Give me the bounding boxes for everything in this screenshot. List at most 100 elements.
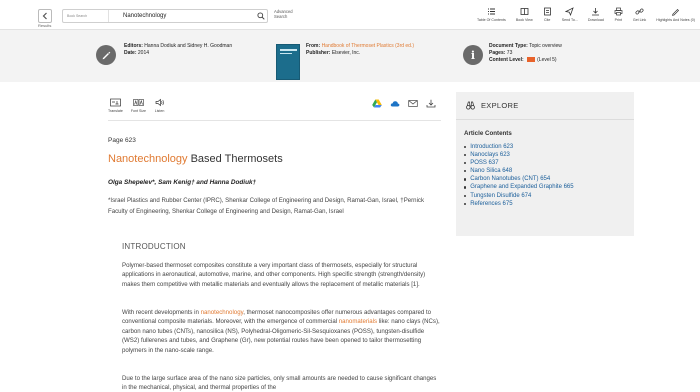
cite-button[interactable]: Cite bbox=[543, 7, 552, 22]
book-cover-image[interactable] bbox=[276, 44, 300, 80]
top-toolbar: Results Book Search Nanotechnology Advan… bbox=[0, 0, 700, 30]
contents-item[interactable]: Introduction 623 bbox=[464, 143, 574, 151]
binoculars-icon bbox=[466, 101, 475, 110]
advanced-search-line2: Search bbox=[274, 14, 288, 19]
search-icon bbox=[257, 12, 265, 20]
send-icon bbox=[565, 7, 575, 16]
listen-label: Listen bbox=[154, 109, 165, 113]
tool-label: Table Of Contents bbox=[477, 18, 506, 22]
contents-item[interactable]: Carbon Nanotubes (CNT) 654 bbox=[464, 175, 574, 183]
font-size-icon bbox=[133, 99, 144, 106]
editors-label: Editors: bbox=[124, 43, 143, 49]
explore-heading: EXPLORE bbox=[481, 101, 519, 110]
article-tools: Translate Font Size Listen bbox=[108, 98, 173, 113]
email-icon[interactable] bbox=[408, 99, 418, 108]
tool-label: Print bbox=[614, 18, 623, 22]
contents-item[interactable]: Nano Silica 648 bbox=[464, 167, 574, 175]
send-to-button[interactable]: Send To... bbox=[562, 7, 578, 22]
article-contents-title: Article Contents bbox=[464, 130, 512, 137]
list-icon bbox=[487, 8, 495, 15]
doctype-value: Topic overview bbox=[529, 43, 562, 49]
listen-icon bbox=[155, 98, 164, 107]
page-number: Page 623 bbox=[108, 137, 136, 144]
term-highlight-nanotechnology[interactable]: nanotechnology bbox=[201, 309, 244, 316]
share-tools bbox=[364, 99, 436, 108]
highlight-pen-icon bbox=[672, 9, 680, 16]
publisher-label: Publisher: bbox=[306, 50, 331, 56]
search-box: Book Search Nanotechnology bbox=[62, 9, 268, 23]
tool-label: Highlights And Notes (0) bbox=[656, 18, 695, 22]
translate-button[interactable]: Translate bbox=[108, 98, 123, 113]
cite-icon bbox=[543, 7, 551, 16]
back-button[interactable] bbox=[38, 9, 52, 23]
article-authors: Olga Shepelev*, Sam Kenig† and Hanna Dod… bbox=[108, 179, 257, 186]
tool-label: Cite bbox=[544, 18, 551, 22]
advanced-search-link[interactable]: Advanced Search bbox=[274, 9, 293, 19]
editors-value: Hanna Dodiuk and Sidney H. Goodman bbox=[144, 43, 233, 49]
section-heading-introduction: INTRODUCTION bbox=[122, 242, 186, 251]
listen-button[interactable]: Listen bbox=[154, 98, 165, 113]
contents-item[interactable]: Graphene and Expanded Graphite 665 bbox=[464, 183, 574, 191]
from-label: From: bbox=[306, 43, 321, 49]
info-icon: i bbox=[463, 45, 483, 65]
level-badge bbox=[527, 57, 536, 63]
explore-panel: EXPLORE Article Contents Introduction 62… bbox=[456, 92, 634, 236]
translate-icon bbox=[110, 98, 121, 107]
font-size-label: Font Size bbox=[130, 109, 147, 113]
pages-label: Pages: bbox=[489, 50, 506, 56]
article-title: Nanotechnology Based Thermosets bbox=[108, 153, 283, 165]
pages-value: 73 bbox=[506, 50, 513, 56]
paragraph: Polymer-based thermoset composites const… bbox=[122, 262, 426, 288]
translate-label: Translate bbox=[108, 109, 123, 113]
search-button[interactable] bbox=[255, 12, 267, 20]
pen-icon bbox=[96, 45, 116, 65]
contents-item[interactable]: POSS 637 bbox=[464, 159, 574, 167]
search-scope-select[interactable]: Book Search bbox=[63, 10, 109, 22]
search-input[interactable]: Nanotechnology bbox=[109, 13, 255, 19]
download-article-icon[interactable] bbox=[426, 99, 436, 108]
book-view-button[interactable]: Book View bbox=[516, 7, 533, 22]
document-meta: Document Type: Topic overview Pages: 73 … bbox=[489, 43, 562, 64]
author-affiliation: *Israel Plastics and Rubber Center (IPRC… bbox=[108, 197, 425, 215]
paragraph-text: With recent developments in bbox=[122, 309, 201, 316]
toolbar-tools: Table Of Contents Book View Cite Send To… bbox=[472, 7, 700, 22]
date-value: 2014 bbox=[137, 50, 150, 56]
table-of-contents-button[interactable]: Table Of Contents bbox=[477, 7, 506, 22]
font-size-button[interactable]: Font Size bbox=[131, 98, 146, 113]
google-drive-icon[interactable] bbox=[372, 99, 382, 108]
explore-header: EXPLORE bbox=[456, 92, 634, 120]
tool-label: Send To... bbox=[561, 18, 578, 22]
paragraph: Due to the large surface area of the nan… bbox=[122, 375, 437, 392]
tool-label: Book View bbox=[515, 18, 533, 22]
title-highlight: Nanotechnology bbox=[108, 153, 188, 165]
editors-info: Editors: Hanna Dodiuk and Sidney H. Good… bbox=[124, 43, 232, 57]
paragraph: With recent developments in nanotechnolo… bbox=[122, 308, 442, 355]
book-view-icon bbox=[520, 8, 529, 15]
tool-label: Get Link bbox=[632, 18, 647, 22]
print-button[interactable]: Print bbox=[614, 7, 623, 22]
title-rest: Based Thermosets bbox=[187, 153, 283, 165]
contents-item[interactable]: References 675 bbox=[464, 200, 574, 208]
link-icon bbox=[635, 8, 644, 15]
chevron-left-icon bbox=[42, 12, 47, 20]
source-info: From: Handbook of Thermoset Plastics (3r… bbox=[306, 43, 414, 57]
content-level-value: (Level 5) bbox=[537, 57, 557, 63]
onedrive-cloud-icon[interactable] bbox=[390, 99, 400, 108]
publisher-value: Elsevier, Inc. bbox=[331, 50, 361, 56]
term-highlight-nanomaterials[interactable]: nanomaterials bbox=[339, 318, 377, 325]
download-button[interactable]: Download bbox=[588, 7, 604, 22]
content-level-label: Content Level: bbox=[489, 57, 524, 63]
doctype-label: Document Type: bbox=[489, 43, 528, 49]
print-icon bbox=[614, 7, 623, 16]
date-label: Date: bbox=[124, 50, 137, 56]
book-title-link[interactable]: Handbook of Thermoset Plastics (3rd ed.) bbox=[322, 43, 414, 49]
contents-item[interactable]: Nanoclays 623 bbox=[464, 151, 574, 159]
highlights-notes-button[interactable]: Highlights And Notes (0) bbox=[656, 7, 695, 22]
tool-label: Download bbox=[587, 18, 604, 22]
download-icon bbox=[592, 8, 600, 16]
results-label[interactable]: Results bbox=[38, 23, 51, 28]
get-link-button[interactable]: Get Link bbox=[633, 7, 646, 22]
article-contents-list: Introduction 623 Nanoclays 623 POSS 637 … bbox=[464, 143, 574, 208]
document-info-band: Editors: Hanna Dodiuk and Sidney H. Good… bbox=[0, 30, 700, 82]
contents-item[interactable]: Tungsten Disulfide 674 bbox=[464, 192, 574, 200]
